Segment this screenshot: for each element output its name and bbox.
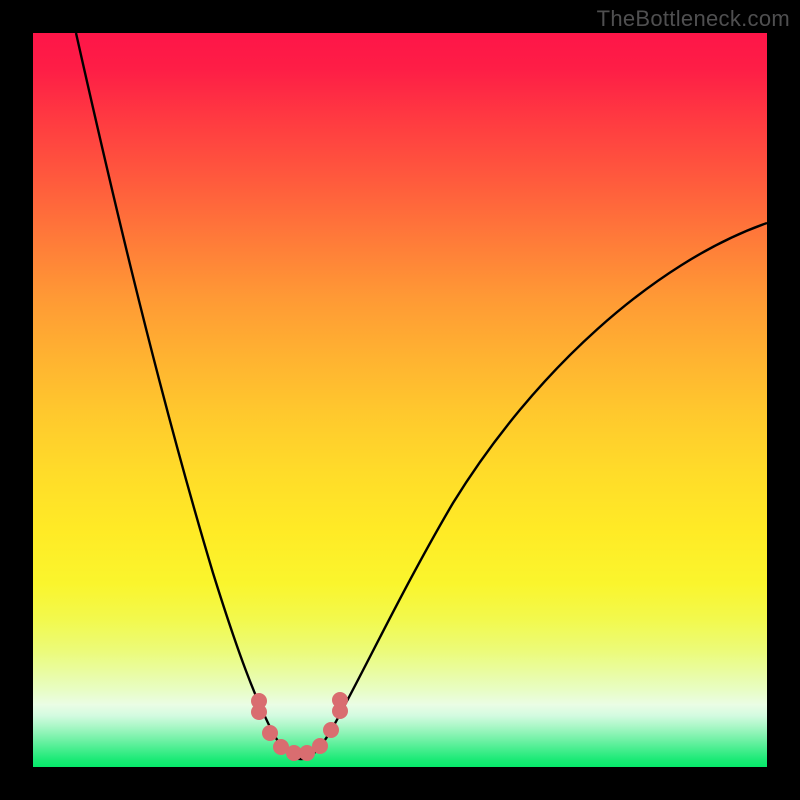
bottleneck-curve-left xyxy=(76,33,301,759)
curve-layer xyxy=(33,33,767,767)
bottom-dots xyxy=(251,692,348,761)
dot xyxy=(312,738,328,754)
watermark-text: TheBottleneck.com xyxy=(597,6,790,32)
bottleneck-curve-right xyxy=(301,223,767,759)
dot xyxy=(323,722,339,738)
dot xyxy=(251,704,267,720)
chart-area xyxy=(33,33,767,767)
dot xyxy=(262,725,278,741)
dot xyxy=(332,692,348,708)
